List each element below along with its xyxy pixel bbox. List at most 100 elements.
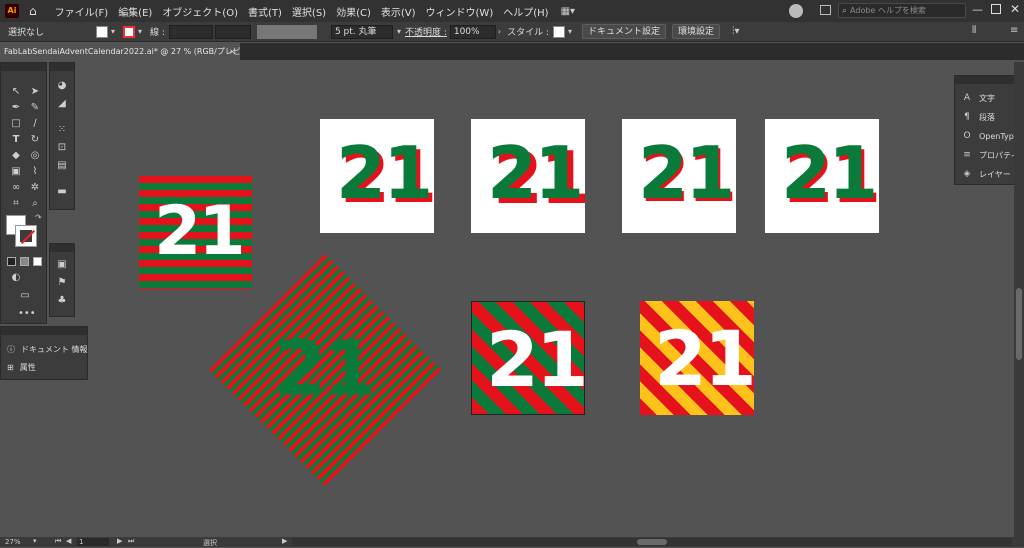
menu-help[interactable]: ヘルプ(H) bbox=[503, 4, 548, 19]
menu-file[interactable]: ファイル(F) bbox=[55, 4, 109, 19]
zoom-tool-icon[interactable]: ⌕ bbox=[28, 197, 42, 211]
tools-extra-2-header[interactable] bbox=[50, 244, 74, 252]
eraser-tool-icon[interactable]: ◆ bbox=[9, 149, 23, 163]
align-panel-icon[interactable]: ▤ bbox=[55, 159, 69, 173]
gradient-tool-icon[interactable]: ▣ bbox=[9, 165, 23, 179]
document-info-header[interactable] bbox=[1, 327, 87, 335]
layers-panel-item[interactable]: ◈ レイヤー bbox=[961, 166, 1011, 182]
document-tab[interactable]: FabLabSendaiAdventCalendar2022.ai* @ 27 … bbox=[0, 43, 240, 60]
vertical-scrollbar[interactable] bbox=[1014, 62, 1024, 537]
fill-swatch[interactable] bbox=[96, 25, 108, 38]
menu-effect[interactable]: 効果(C) bbox=[336, 4, 371, 19]
attributes-item[interactable]: ⊞ 属性 bbox=[7, 362, 36, 373]
palette-icon[interactable]: ◕ bbox=[55, 79, 69, 93]
rotate-tool-icon[interactable]: ↻ bbox=[28, 133, 42, 147]
artwork-diagonal-green-red[interactable]: 21 bbox=[471, 301, 585, 415]
opacity-arrow-icon[interactable]: › bbox=[498, 27, 501, 36]
artwork-white-tile-4[interactable]: 21 21 bbox=[765, 119, 879, 233]
stroke-weight-dropdown[interactable] bbox=[214, 24, 251, 39]
arrange-documents-icon[interactable] bbox=[820, 5, 831, 15]
menu-type[interactable]: 書式(T) bbox=[248, 4, 282, 19]
rectangle-tool-icon[interactable]: □ bbox=[9, 117, 23, 131]
last-artboard-icon[interactable]: ⏭ bbox=[128, 537, 134, 546]
character-panel-item[interactable]: A 文字 bbox=[961, 90, 995, 106]
stroke-chevron-icon[interactable]: ▾ bbox=[138, 27, 142, 36]
tools-panel-header[interactable] bbox=[1, 63, 46, 71]
paragraph-panel-item[interactable]: ¶ 段落 bbox=[961, 109, 995, 125]
artwork-white-tile-2[interactable]: 21 21 bbox=[471, 119, 585, 233]
home-icon[interactable]: ⌂ bbox=[29, 4, 37, 18]
status-arrow-icon[interactable]: ▶ bbox=[282, 537, 287, 545]
maximize-icon[interactable] bbox=[991, 4, 1001, 14]
artwork-white-tile-3[interactable]: 21 21 bbox=[622, 119, 736, 233]
swap-colors-icon[interactable]: ↷ bbox=[35, 213, 42, 222]
zoom-field[interactable]: 27% bbox=[5, 538, 21, 546]
stroke-weight-field[interactable] bbox=[168, 24, 213, 39]
stroke-swatch[interactable] bbox=[123, 25, 136, 38]
grid-icon[interactable]: ⁙ bbox=[55, 123, 69, 137]
puppet-icon[interactable]: ⚑ bbox=[55, 276, 69, 290]
curvature-tool-icon[interactable]: ✎ bbox=[28, 101, 42, 115]
menu-object[interactable]: オブジェクト(O) bbox=[162, 4, 238, 19]
gradient-panel-icon[interactable]: ◢ bbox=[55, 97, 69, 111]
first-artboard-icon[interactable]: ⏮ bbox=[55, 537, 61, 546]
preferences-button[interactable]: 環境設定 bbox=[672, 24, 721, 39]
type-tool-icon[interactable]: T bbox=[9, 133, 23, 147]
workspace-switcher-icon[interactable]: ▦▾ bbox=[561, 6, 575, 17]
prev-artboard-icon[interactable]: ◀ bbox=[66, 537, 71, 545]
variable-width-profile[interactable] bbox=[256, 24, 317, 39]
properties-panel-item[interactable]: ≡ プロパティ bbox=[961, 147, 1018, 163]
transform-icon[interactable]: ⊡ bbox=[55, 141, 69, 155]
artboard-number-field[interactable]: 1 bbox=[77, 538, 109, 546]
direct-selection-tool-icon[interactable]: ➤ bbox=[28, 85, 42, 99]
next-artboard-icon[interactable]: ▶ bbox=[117, 537, 122, 545]
selection-tool-icon[interactable]: ↖ bbox=[9, 85, 23, 99]
horizontal-scrollbar[interactable] bbox=[292, 538, 1012, 546]
document-info-item[interactable]: ⓘ ドキュメント 情報 bbox=[7, 344, 88, 355]
app-logo[interactable]: Ai bbox=[5, 4, 19, 18]
style-swatch[interactable] bbox=[552, 25, 565, 38]
artwork-horizontal-stripes[interactable]: 21 bbox=[139, 176, 252, 289]
opentype-panel-item[interactable]: O OpenType bbox=[961, 128, 1018, 144]
document-setup-button[interactable]: ドキュメント設定 bbox=[581, 24, 666, 39]
pen-tool-icon[interactable]: ✒ bbox=[9, 101, 23, 115]
style-chevron-icon[interactable]: ▾ bbox=[568, 27, 572, 36]
tools-extra-1-header[interactable] bbox=[50, 63, 74, 71]
artboard-tool-icon[interactable]: ⌗ bbox=[9, 197, 23, 211]
search-input[interactable]: ⌕ Adobe ヘルプを検索 bbox=[838, 3, 966, 18]
zoom-chevron-icon[interactable]: ▾ bbox=[33, 537, 37, 545]
artwork-diagonal-yellow-red[interactable]: 21 bbox=[640, 301, 754, 415]
horizontal-scroll-thumb[interactable] bbox=[637, 539, 667, 545]
panel-menu-icon[interactable]: ≡ bbox=[1010, 25, 1018, 36]
document-tab-close-icon[interactable]: × bbox=[229, 43, 236, 60]
eyedropper-tool-icon[interactable]: ⌇ bbox=[28, 165, 42, 179]
more-tools-icon[interactable]: ••• bbox=[18, 307, 36, 321]
menu-view[interactable]: 表示(V) bbox=[381, 4, 416, 19]
screen-mode-icon[interactable]: ▭ bbox=[18, 289, 32, 303]
pathfinder-icon[interactable]: ▬ bbox=[55, 185, 69, 199]
color-mode-gradient[interactable] bbox=[20, 257, 29, 266]
menu-window[interactable]: ウィンドウ(W) bbox=[426, 4, 494, 19]
warp-tool-icon[interactable]: ◎ bbox=[28, 149, 42, 163]
draw-mode-icon[interactable]: ◐ bbox=[9, 271, 23, 285]
symbol-sprayer-tool-icon[interactable]: ✲ bbox=[28, 181, 42, 195]
vertical-scroll-thumb[interactable] bbox=[1016, 288, 1022, 360]
arrange-icon[interactable]: ⫶▾ bbox=[732, 26, 740, 37]
artwork-white-tile-1[interactable]: 21 21 bbox=[320, 119, 434, 233]
menu-select[interactable]: 選択(S) bbox=[292, 4, 326, 19]
color-mode-solid[interactable] bbox=[7, 257, 16, 266]
fill-chevron-icon[interactable]: ▾ bbox=[111, 27, 115, 36]
brush-chevron-icon[interactable]: ▾ bbox=[397, 27, 401, 36]
brush-definition[interactable]: 5 pt. 丸筆 bbox=[330, 24, 393, 39]
paintbrush-tool-icon[interactable]: ∕ bbox=[28, 117, 42, 131]
account-icon[interactable] bbox=[789, 4, 803, 18]
symbols-icon[interactable]: ♣ bbox=[55, 294, 69, 308]
close-icon[interactable]: ✕ bbox=[1010, 2, 1020, 16]
opacity-field[interactable]: 100% bbox=[449, 24, 496, 39]
image-trace-icon[interactable]: ▣ bbox=[55, 258, 69, 272]
color-mode-none[interactable] bbox=[33, 257, 42, 266]
menu-edit[interactable]: 編集(E) bbox=[118, 4, 152, 19]
align-icon[interactable]: ⫴ bbox=[972, 25, 976, 36]
minimize-icon[interactable]: — bbox=[972, 3, 983, 16]
blend-tool-icon[interactable]: ∞ bbox=[9, 181, 23, 195]
